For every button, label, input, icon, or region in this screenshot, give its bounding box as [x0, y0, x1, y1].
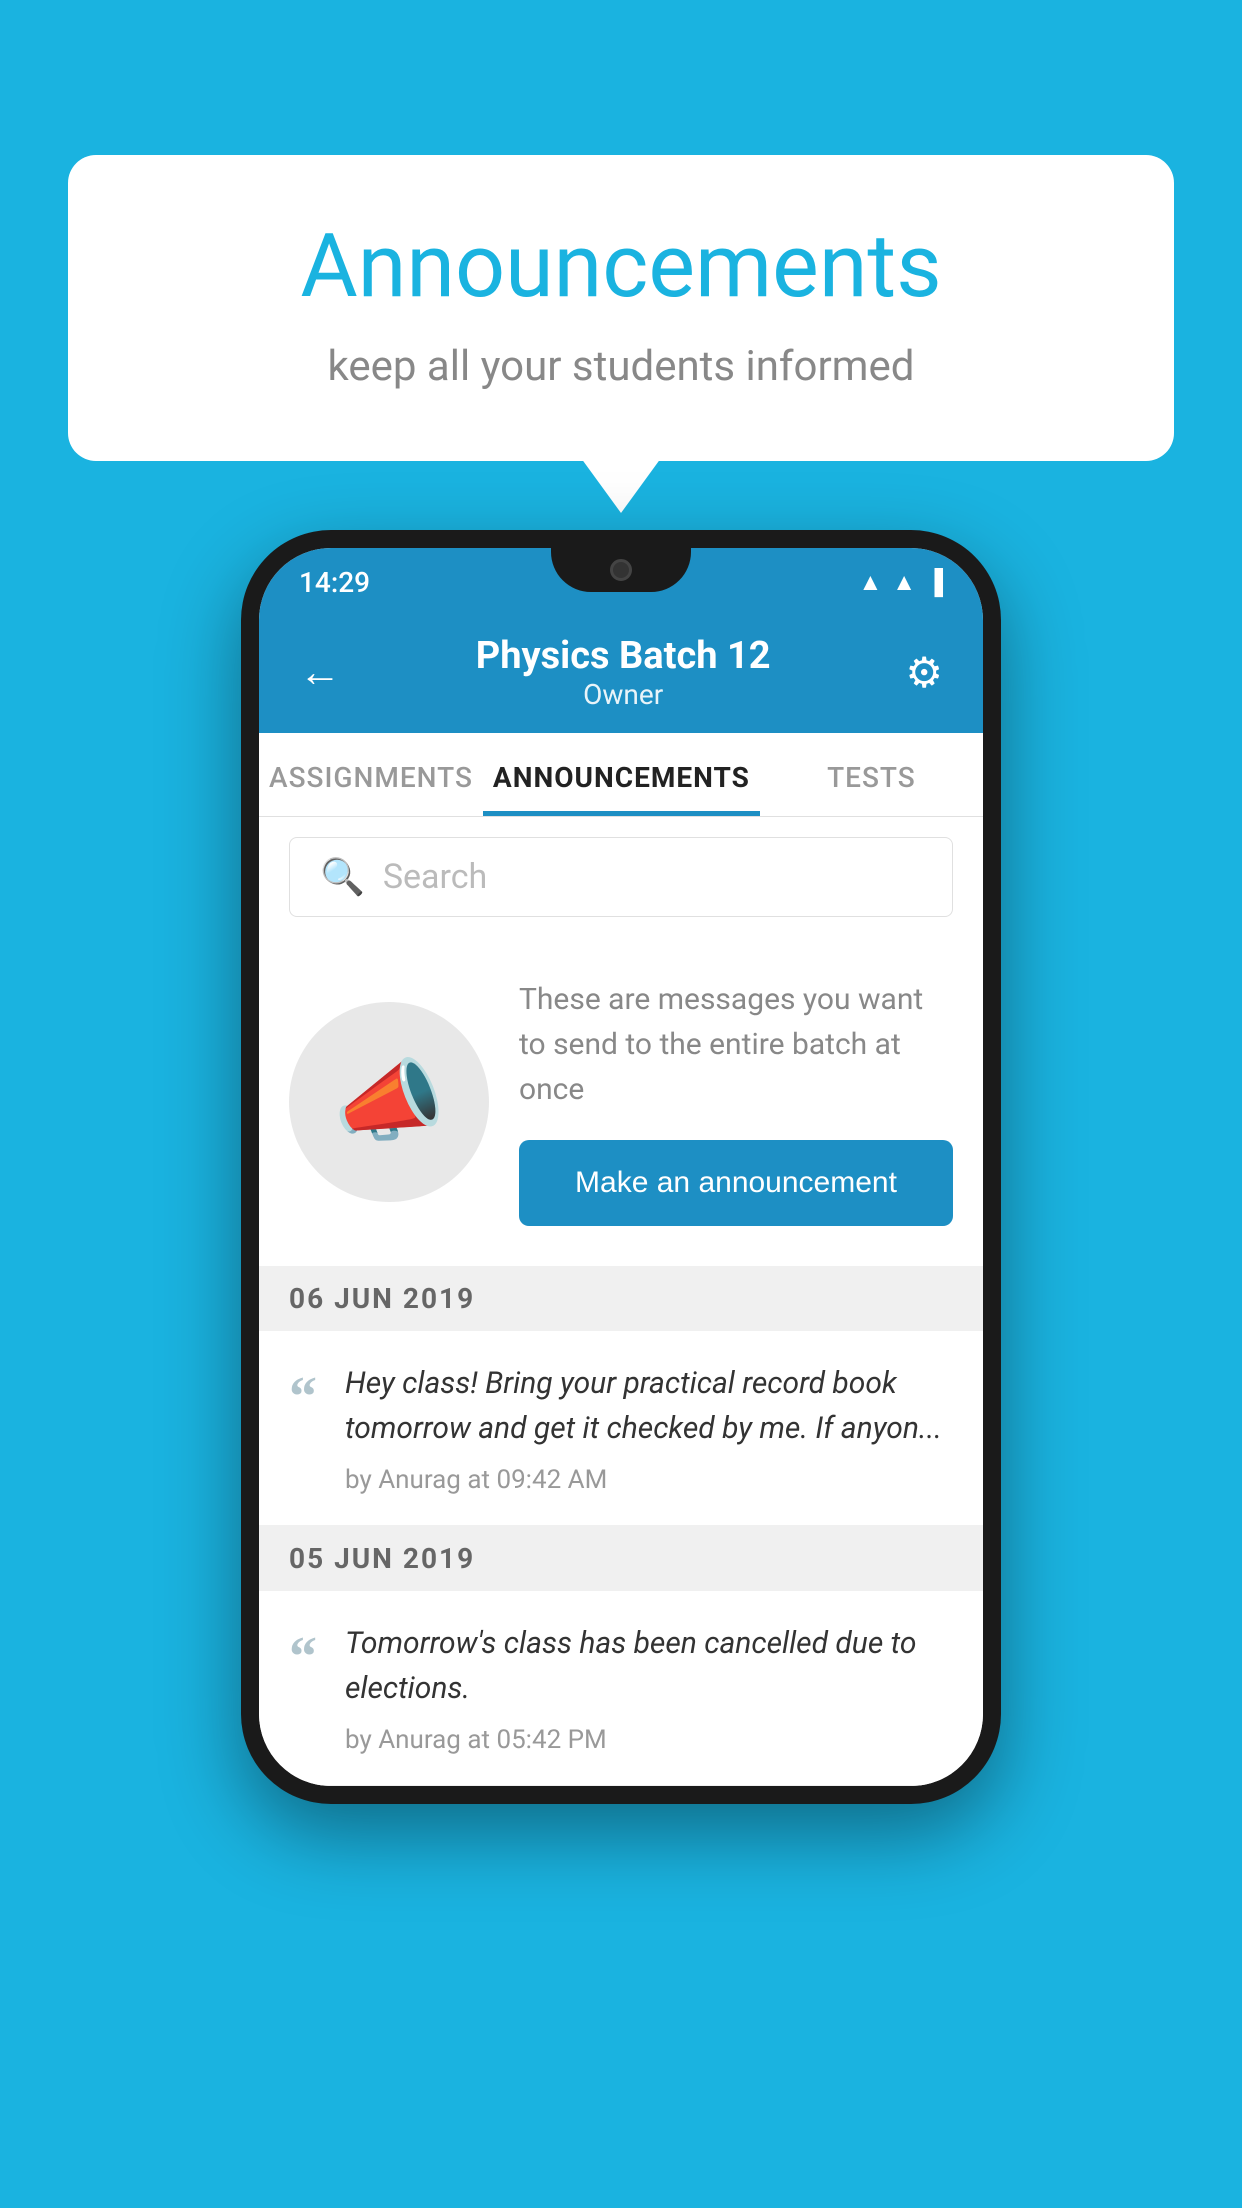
make-announcement-button[interactable]: Make an announcement — [519, 1140, 953, 1226]
speech-bubble-container: Announcements keep all your students inf… — [68, 155, 1174, 461]
announcement-content-1: Hey class! Bring your practical record b… — [345, 1361, 953, 1495]
header-center: Physics Batch 12 Owner — [476, 634, 771, 711]
quote-icon-1: “ — [289, 1369, 317, 1425]
app-header: ← Physics Batch 12 Owner ⚙ — [259, 616, 983, 733]
bubble-subtitle: keep all your students informed — [148, 342, 1094, 391]
megaphone-icon: 📣 — [333, 1049, 445, 1154]
status-icons: ▲ ▲ ▐ — [858, 568, 943, 597]
wifi-icon: ▲ — [858, 568, 882, 597]
date-separator-1: 06 JUN 2019 — [259, 1266, 983, 1331]
announcement-text-1: Hey class! Bring your practical record b… — [345, 1361, 953, 1451]
search-box[interactable]: 🔍 Search — [289, 837, 953, 917]
announcement-empty-state: 📣 These are messages you want to send to… — [259, 937, 983, 1266]
status-bar: 14:29 ▲ ▲ ▐ — [259, 548, 983, 616]
tab-assignments[interactable]: ASSIGNMENTS — [259, 733, 483, 816]
status-time: 14:29 — [299, 566, 370, 599]
battery-icon: ▐ — [926, 568, 943, 597]
announcement-meta-1: by Anurag at 09:42 AM — [345, 1465, 953, 1495]
search-icon: 🔍 — [320, 856, 365, 898]
phone-wrapper: 14:29 ▲ ▲ ▐ ← Physics Batch 12 Owner ⚙ — [241, 530, 1001, 1804]
announcement-description: These are messages you want to send to t… — [519, 977, 953, 1112]
header-title: Physics Batch 12 — [476, 634, 771, 678]
settings-icon[interactable]: ⚙ — [905, 648, 943, 698]
tab-tests[interactable]: TESTS — [760, 733, 983, 816]
megaphone-circle: 📣 — [289, 1002, 489, 1202]
quote-icon-2: “ — [289, 1629, 317, 1685]
date-text-1: 06 JUN 2019 — [289, 1282, 475, 1315]
header-subtitle: Owner — [476, 678, 771, 711]
phone-screen: 14:29 ▲ ▲ ▐ ← Physics Batch 12 Owner ⚙ — [259, 548, 983, 1786]
announcement-right: These are messages you want to send to t… — [519, 977, 953, 1226]
phone-notch — [551, 548, 691, 592]
tab-announcements[interactable]: ANNOUNCEMENTS — [483, 733, 760, 816]
announcement-content-2: Tomorrow's class has been cancelled due … — [345, 1621, 953, 1755]
search-placeholder: Search — [383, 857, 487, 897]
phone-outer: 14:29 ▲ ▲ ▐ ← Physics Batch 12 Owner ⚙ — [241, 530, 1001, 1804]
signal-icon: ▲ — [892, 568, 916, 597]
camera-dot — [610, 559, 632, 581]
back-button[interactable]: ← — [299, 648, 341, 697]
date-text-2: 05 JUN 2019 — [289, 1542, 475, 1575]
date-separator-2: 05 JUN 2019 — [259, 1526, 983, 1591]
speech-bubble: Announcements keep all your students inf… — [68, 155, 1174, 461]
search-container: 🔍 Search — [259, 817, 983, 937]
announcement-item-2[interactable]: “ Tomorrow's class has been cancelled du… — [259, 1591, 983, 1786]
bubble-title: Announcements — [148, 215, 1094, 318]
announcement-text-2: Tomorrow's class has been cancelled due … — [345, 1621, 953, 1711]
tabs-bar: ASSIGNMENTS ANNOUNCEMENTS TESTS — [259, 733, 983, 817]
announcement-item-1[interactable]: “ Hey class! Bring your practical record… — [259, 1331, 983, 1526]
announcement-meta-2: by Anurag at 05:42 PM — [345, 1725, 953, 1755]
